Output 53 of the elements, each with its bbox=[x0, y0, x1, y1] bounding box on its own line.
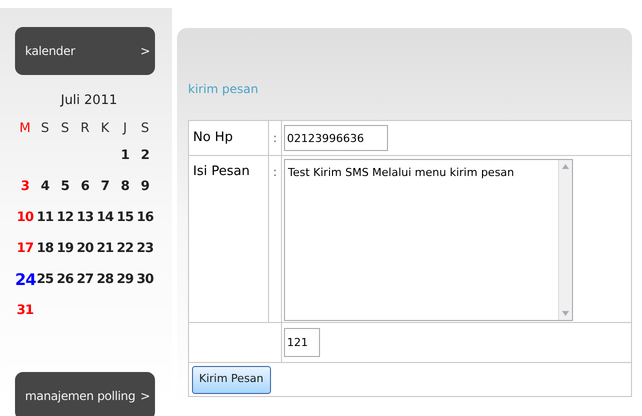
phone-input[interactable]: 02123996636 bbox=[284, 125, 388, 151]
calendar-day[interactable]: 19 bbox=[55, 239, 75, 259]
scroll-down-icon[interactable] bbox=[562, 311, 569, 316]
calendar-day[interactable]: 26 bbox=[55, 270, 75, 290]
calendar-day[interactable]: 23 bbox=[135, 239, 155, 259]
calendar-day[interactable]: 28 bbox=[95, 270, 115, 290]
send-button[interactable]: Kirim Pesan bbox=[192, 366, 271, 394]
calendar-day[interactable]: 20 bbox=[75, 239, 95, 259]
weekday-label: K bbox=[100, 120, 110, 138]
calendar-day[interactable]: 12 bbox=[55, 208, 75, 228]
weekday-label: S bbox=[140, 120, 150, 138]
field-label: Isi Pesan bbox=[188, 156, 268, 322]
calendar-day[interactable]: 17 bbox=[15, 239, 35, 259]
calendar-day[interactable]: 9 bbox=[135, 177, 155, 197]
calendar-day[interactable]: 16 bbox=[135, 208, 155, 228]
calendar-day[interactable]: 1 bbox=[115, 146, 135, 166]
calendar-day[interactable]: 11 bbox=[35, 208, 55, 228]
calendar-day[interactable]: 5 bbox=[55, 177, 75, 197]
calendar-day[interactable]: 7 bbox=[95, 177, 115, 197]
calendar-day[interactable]: 22 bbox=[115, 239, 135, 259]
counter-input[interactable]: 121 bbox=[284, 328, 320, 357]
calendar-day[interactable]: 30 bbox=[135, 270, 155, 290]
calendar-day[interactable]: 21 bbox=[95, 239, 115, 259]
calendar-day[interactable]: 24 bbox=[15, 268, 35, 292]
calendar-day[interactable]: 27 bbox=[75, 270, 95, 290]
weekday-label: R bbox=[79, 120, 91, 138]
separator: : bbox=[272, 165, 278, 179]
calendar-day[interactable]: 14 bbox=[95, 208, 115, 228]
weekday-label: J bbox=[122, 120, 128, 138]
menu-button[interactable]: kalender > bbox=[15, 27, 155, 75]
calendar-day[interactable]: 10 bbox=[15, 208, 35, 228]
calendar-day[interactable]: 15 bbox=[115, 208, 135, 228]
calendar-day[interactable]: 3 bbox=[15, 177, 35, 197]
calendar-day[interactable]: 18 bbox=[35, 239, 55, 259]
menu-button[interactable]: manajemen polling > bbox=[15, 372, 155, 416]
calendar-day[interactable]: 29 bbox=[115, 270, 135, 290]
scrollbar[interactable] bbox=[558, 160, 572, 320]
calendar-day[interactable]: 8 bbox=[115, 177, 135, 197]
calendar-day[interactable]: 25 bbox=[35, 270, 55, 290]
calendar-day[interactable]: 13 bbox=[75, 208, 95, 228]
calendar-day[interactable]: 2 bbox=[135, 146, 155, 166]
calendar-day[interactable]: 4 bbox=[35, 177, 55, 197]
weekday-label: M bbox=[18, 120, 32, 138]
calendar-month: Juli 2011 bbox=[60, 92, 118, 110]
section-title: kirim pesan bbox=[188, 81, 260, 98]
field-label: No Hp bbox=[188, 120, 268, 156]
weekday-label: S bbox=[60, 120, 70, 138]
weekday-label: S bbox=[40, 120, 50, 138]
scroll-up-icon[interactable] bbox=[562, 164, 569, 169]
calendar-day[interactable]: 6 bbox=[75, 177, 95, 197]
message-textarea[interactable]: Test Kirim SMS Melalui menu kirim pesan bbox=[284, 159, 573, 321]
separator: : bbox=[272, 131, 278, 145]
calendar-day[interactable]: 31 bbox=[15, 301, 35, 321]
